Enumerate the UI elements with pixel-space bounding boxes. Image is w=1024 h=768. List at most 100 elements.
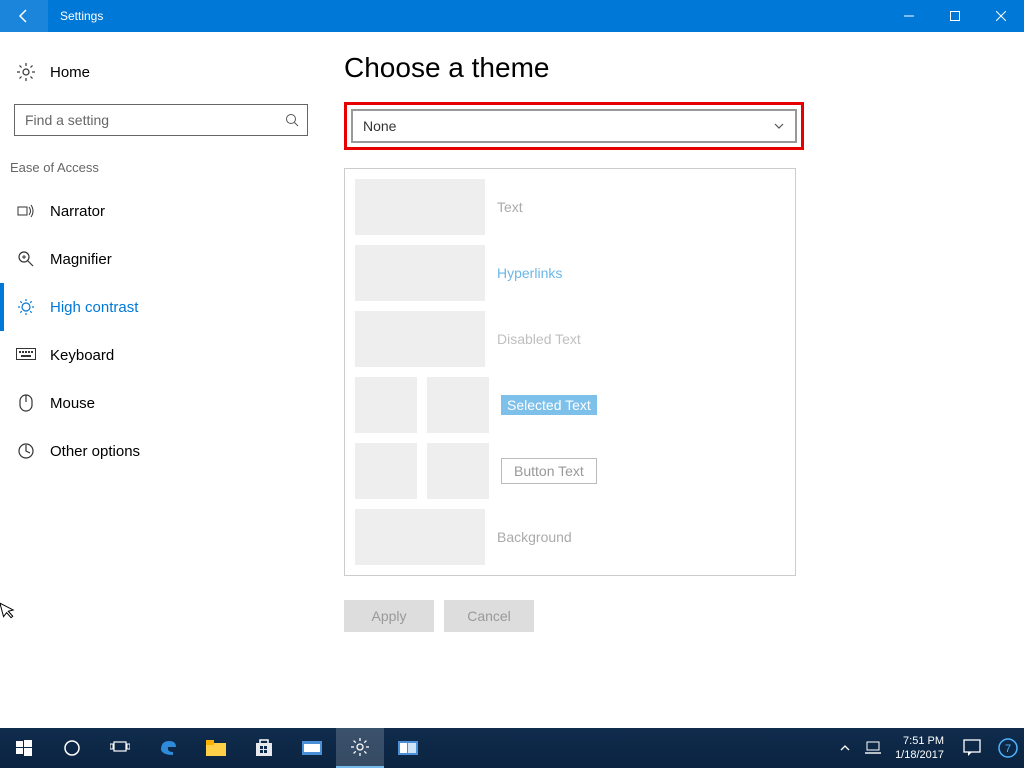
preview-label-selected: Selected Text xyxy=(501,395,597,415)
maximize-button[interactable] xyxy=(932,0,978,32)
tray-network[interactable] xyxy=(859,728,887,768)
cortana-icon xyxy=(63,739,81,757)
sidebar-item-label: Other options xyxy=(50,443,140,460)
window-controls xyxy=(886,0,1024,32)
windows-icon xyxy=(16,740,32,756)
svg-text:7: 7 xyxy=(1005,743,1011,755)
network-icon xyxy=(865,741,881,755)
annotation-highlight: None xyxy=(344,102,804,150)
high-contrast-icon xyxy=(16,297,36,317)
task-view-icon xyxy=(110,741,130,755)
mouse-icon xyxy=(16,393,36,413)
chevron-down-icon xyxy=(773,120,785,132)
tray-overflow[interactable] xyxy=(831,728,859,768)
app-icon xyxy=(398,741,418,755)
sidebar-item-high-contrast[interactable]: High contrast xyxy=(0,283,320,331)
store-icon xyxy=(255,739,273,757)
color-swatch[interactable] xyxy=(355,245,485,301)
preview-label-button: Button Text xyxy=(501,458,597,484)
sidebar-item-narrator[interactable]: Narrator xyxy=(0,187,320,235)
system-tray xyxy=(831,728,887,768)
sidebar-item-magnifier[interactable]: Magnifier xyxy=(0,235,320,283)
content-pane: Choose a theme None Text Hyperlinks Disa… xyxy=(320,32,1024,728)
sidebar-item-other-options[interactable]: Other options xyxy=(0,427,320,475)
sidebar-item-label: Magnifier xyxy=(50,251,112,268)
window-title: Settings xyxy=(48,9,886,23)
search-icon xyxy=(285,113,299,127)
sidebar-item-label: Keyboard xyxy=(50,347,114,364)
color-swatch[interactable] xyxy=(355,377,417,433)
taskbar-app-generic[interactable] xyxy=(288,728,336,768)
preview-label-disabled: Disabled Text xyxy=(497,331,581,347)
apply-button[interactable]: Apply xyxy=(344,600,434,632)
settings-sidebar: Home Ease of Access Narrator Mag xyxy=(0,32,320,728)
nav-list: Narrator Magnifier High contrast Keyboar… xyxy=(0,187,320,475)
folder-icon xyxy=(206,740,226,756)
color-swatch[interactable] xyxy=(427,443,489,499)
clock-time: 7:51 PM xyxy=(895,734,944,748)
minimize-button[interactable] xyxy=(886,0,932,32)
action-center-button[interactable] xyxy=(952,728,992,768)
tray-badge[interactable]: 7 xyxy=(992,728,1024,768)
color-swatch[interactable] xyxy=(355,509,485,565)
taskbar: 7:51 PM 1/18/2017 7 xyxy=(0,728,1024,768)
close-button[interactable] xyxy=(978,0,1024,32)
preview-row-hyperlinks: Hyperlinks xyxy=(355,245,785,301)
arrow-left-icon xyxy=(16,8,32,24)
preview-row-background: Background xyxy=(355,509,785,565)
clock-date: 1/18/2017 xyxy=(895,748,944,762)
preview-row-selected: Selected Text xyxy=(355,377,785,433)
taskbar-clock[interactable]: 7:51 PM 1/18/2017 xyxy=(887,734,952,762)
color-swatch[interactable] xyxy=(427,377,489,433)
preview-row-text: Text xyxy=(355,179,785,235)
sidebar-item-label: Mouse xyxy=(50,395,95,412)
edge-icon xyxy=(158,738,178,758)
badge-icon: 7 xyxy=(997,737,1019,759)
window-titlebar: Settings xyxy=(0,0,1024,32)
page-heading: Choose a theme xyxy=(344,52,1000,84)
keyboard-icon xyxy=(16,345,36,365)
sidebar-item-label: Narrator xyxy=(50,203,105,220)
taskbar-app-settings[interactable] xyxy=(336,728,384,768)
action-center-icon xyxy=(963,739,981,757)
chevron-up-icon xyxy=(840,743,850,753)
cancel-button[interactable]: Cancel xyxy=(444,600,534,632)
home-link[interactable]: Home xyxy=(14,48,308,96)
color-swatch[interactable] xyxy=(355,179,485,235)
theme-preview: Text Hyperlinks Disabled Text Selected T… xyxy=(344,168,796,576)
app-icon xyxy=(302,741,322,755)
taskbar-app-edge[interactable] xyxy=(144,728,192,768)
preview-row-button: Button Text xyxy=(355,443,785,499)
category-header: Ease of Access xyxy=(0,136,320,187)
theme-dropdown-value: None xyxy=(363,118,396,134)
start-button[interactable] xyxy=(0,728,48,768)
minimize-icon xyxy=(904,11,914,21)
sidebar-item-mouse[interactable]: Mouse xyxy=(0,379,320,427)
preview-label-hyperlinks: Hyperlinks xyxy=(497,265,562,281)
taskbar-app-store[interactable] xyxy=(240,728,288,768)
magnifier-icon xyxy=(16,249,36,269)
preview-label-background: Background xyxy=(497,529,572,545)
back-button[interactable] xyxy=(0,0,48,32)
maximize-icon xyxy=(950,11,960,21)
color-swatch[interactable] xyxy=(355,443,417,499)
narrator-icon xyxy=(16,201,36,221)
preview-row-disabled: Disabled Text xyxy=(355,311,785,367)
gear-icon xyxy=(16,62,36,82)
taskbar-app-explorer[interactable] xyxy=(192,728,240,768)
taskbar-app-generic-2[interactable] xyxy=(384,728,432,768)
action-buttons: Apply Cancel xyxy=(344,600,1000,632)
cortana-button[interactable] xyxy=(48,728,96,768)
other-icon xyxy=(16,441,36,461)
sidebar-item-label: High contrast xyxy=(50,299,138,316)
home-label: Home xyxy=(50,64,90,81)
theme-dropdown[interactable]: None xyxy=(351,109,797,143)
close-icon xyxy=(996,11,1006,21)
color-swatch[interactable] xyxy=(355,311,485,367)
settings-icon xyxy=(351,738,369,756)
search-input[interactable] xyxy=(25,112,299,128)
sidebar-item-keyboard[interactable]: Keyboard xyxy=(0,331,320,379)
preview-label-text: Text xyxy=(497,199,523,215)
search-box[interactable] xyxy=(14,104,308,136)
task-view-button[interactable] xyxy=(96,728,144,768)
